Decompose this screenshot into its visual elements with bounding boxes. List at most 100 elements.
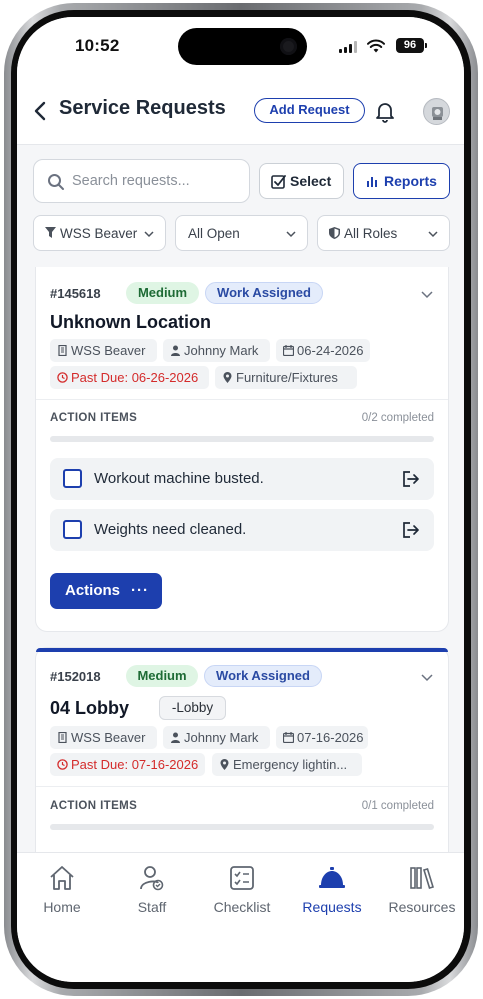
tab-staff[interactable]: Staff [107, 863, 197, 915]
avatar[interactable] [423, 98, 450, 125]
priority-badge: Medium [126, 282, 199, 304]
app-header: Service Requests Add Request [17, 77, 464, 145]
request-id: #152018 [50, 669, 101, 684]
request-date: 07-16-2026 [297, 730, 364, 745]
request-id: #145618 [50, 286, 101, 301]
checkbox-icon [271, 175, 286, 189]
chevron-down-icon[interactable] [420, 287, 434, 301]
camera-icon [280, 38, 297, 55]
divider [36, 786, 448, 787]
signal-icon [339, 41, 358, 53]
status-filter-dropdown[interactable]: All Open [175, 215, 308, 251]
bell-service-icon [319, 867, 345, 888]
task-checkbox[interactable] [63, 520, 82, 539]
requests-list[interactable]: #145618 Medium Work Assigned Unknown Loc… [17, 267, 464, 852]
tab-checklist[interactable]: Checklist [197, 863, 287, 915]
tab-requests[interactable]: Requests [287, 863, 377, 915]
divider [36, 399, 448, 400]
chevron-down-icon [286, 231, 296, 238]
action-items-count: 0/2 completed [361, 412, 434, 424]
action-items-count: 0/1 completed [361, 800, 434, 812]
location-pin-icon [220, 759, 229, 770]
reports-button[interactable]: Reports [353, 163, 450, 199]
search-box[interactable] [33, 159, 250, 203]
chevron-down-icon [144, 231, 154, 238]
task-checkbox[interactable] [63, 469, 82, 488]
staff-icon [140, 866, 164, 891]
person-icon [171, 732, 180, 743]
card-accent-bar [36, 648, 448, 652]
add-request-button[interactable]: Add Request [254, 98, 365, 123]
date-chip: 07-16-2026 [276, 726, 368, 749]
calendar-icon [283, 345, 294, 356]
site-chip: WSS Beaver [50, 339, 157, 362]
bottom-tab-bar: Home Staff Checklist Requests Resources [17, 852, 464, 982]
tab-home[interactable]: Home [17, 863, 107, 915]
clock-icon [57, 372, 68, 383]
actions-label: Actions [65, 582, 121, 599]
notification-bell-icon[interactable] [373, 99, 397, 123]
action-item[interactable]: Workout machine busted. [50, 458, 434, 500]
site-filter-dropdown[interactable]: WSS Beaver [33, 215, 166, 251]
search-input[interactable] [72, 160, 242, 202]
request-card[interactable]: #152018 Medium Work Assigned 04 Lobby -L… [35, 647, 449, 852]
role-filter-dropdown[interactable]: All Roles [317, 215, 450, 251]
sublocation-tag: -Lobby [159, 696, 226, 720]
category-chip: Emergency lightin... [212, 753, 362, 776]
site-filter-label: WSS Beaver [60, 226, 138, 241]
shield-icon [329, 227, 340, 239]
role-filter-label: All Roles [344, 226, 398, 241]
battery-icon: 96 [396, 38, 427, 53]
filter-icon [45, 227, 56, 238]
past-due-text: Past Due: 07-16-2026 [71, 757, 199, 772]
category-chip: Furniture/Fixtures [215, 366, 357, 389]
search-icon [48, 174, 64, 190]
select-button[interactable]: Select [259, 163, 344, 199]
site-name: WSS Beaver [71, 343, 146, 358]
action-items-heading: ACTION ITEMS [50, 800, 138, 812]
task-label: Workout machine busted. [94, 470, 264, 487]
books-icon [410, 867, 435, 889]
back-chevron-icon[interactable] [31, 99, 51, 123]
status-badge: Work Assigned [204, 665, 322, 687]
wifi-icon [367, 39, 385, 53]
category-text: Emergency lightin... [233, 757, 348, 772]
calendar-icon [283, 732, 294, 743]
more-icon: ··· [131, 582, 149, 599]
request-date: 06-24-2026 [297, 343, 364, 358]
avatar-image-icon [424, 99, 449, 124]
past-due-chip: Past Due: 07-16-2026 [50, 753, 205, 776]
site-name: WSS Beaver [71, 730, 146, 745]
past-due-chip: Past Due: 06-26-2026 [50, 366, 209, 389]
status-time: 10:52 [75, 36, 120, 55]
priority-badge: Medium [126, 665, 198, 687]
person-icon [171, 345, 180, 356]
action-item[interactable]: Weights need cleaned. [50, 509, 434, 551]
assignee-chip: Johnny Mark [163, 339, 270, 362]
building-icon [58, 345, 67, 356]
status-filter-label: All Open [188, 226, 240, 241]
checklist-icon [230, 866, 254, 890]
chevron-down-icon [428, 231, 438, 238]
open-external-icon[interactable] [402, 470, 420, 488]
status-badge: Work Assigned [205, 282, 323, 304]
action-items-progress [50, 436, 434, 442]
actions-button[interactable]: Actions ··· [50, 573, 162, 609]
reports-label: Reports [384, 173, 437, 189]
tab-label: Checklist [213, 899, 271, 915]
chevron-down-icon[interactable] [420, 670, 434, 684]
clock-icon [57, 759, 68, 770]
past-due-text: Past Due: 06-26-2026 [71, 370, 199, 385]
tab-resources[interactable]: Resources [377, 863, 464, 915]
open-external-icon[interactable] [402, 521, 420, 539]
tab-label: Resources [388, 899, 456, 915]
home-icon [50, 866, 74, 890]
status-bar: 10:52 96 [17, 17, 464, 77]
tab-label: Home [43, 899, 81, 915]
site-chip: WSS Beaver [50, 726, 157, 749]
date-chip: 06-24-2026 [276, 339, 370, 362]
request-card[interactable]: #145618 Medium Work Assigned Unknown Loc… [35, 267, 449, 632]
task-label: Weights need cleaned. [94, 521, 247, 538]
action-items-heading: ACTION ITEMS [50, 412, 138, 424]
location-pin-icon [223, 372, 232, 383]
